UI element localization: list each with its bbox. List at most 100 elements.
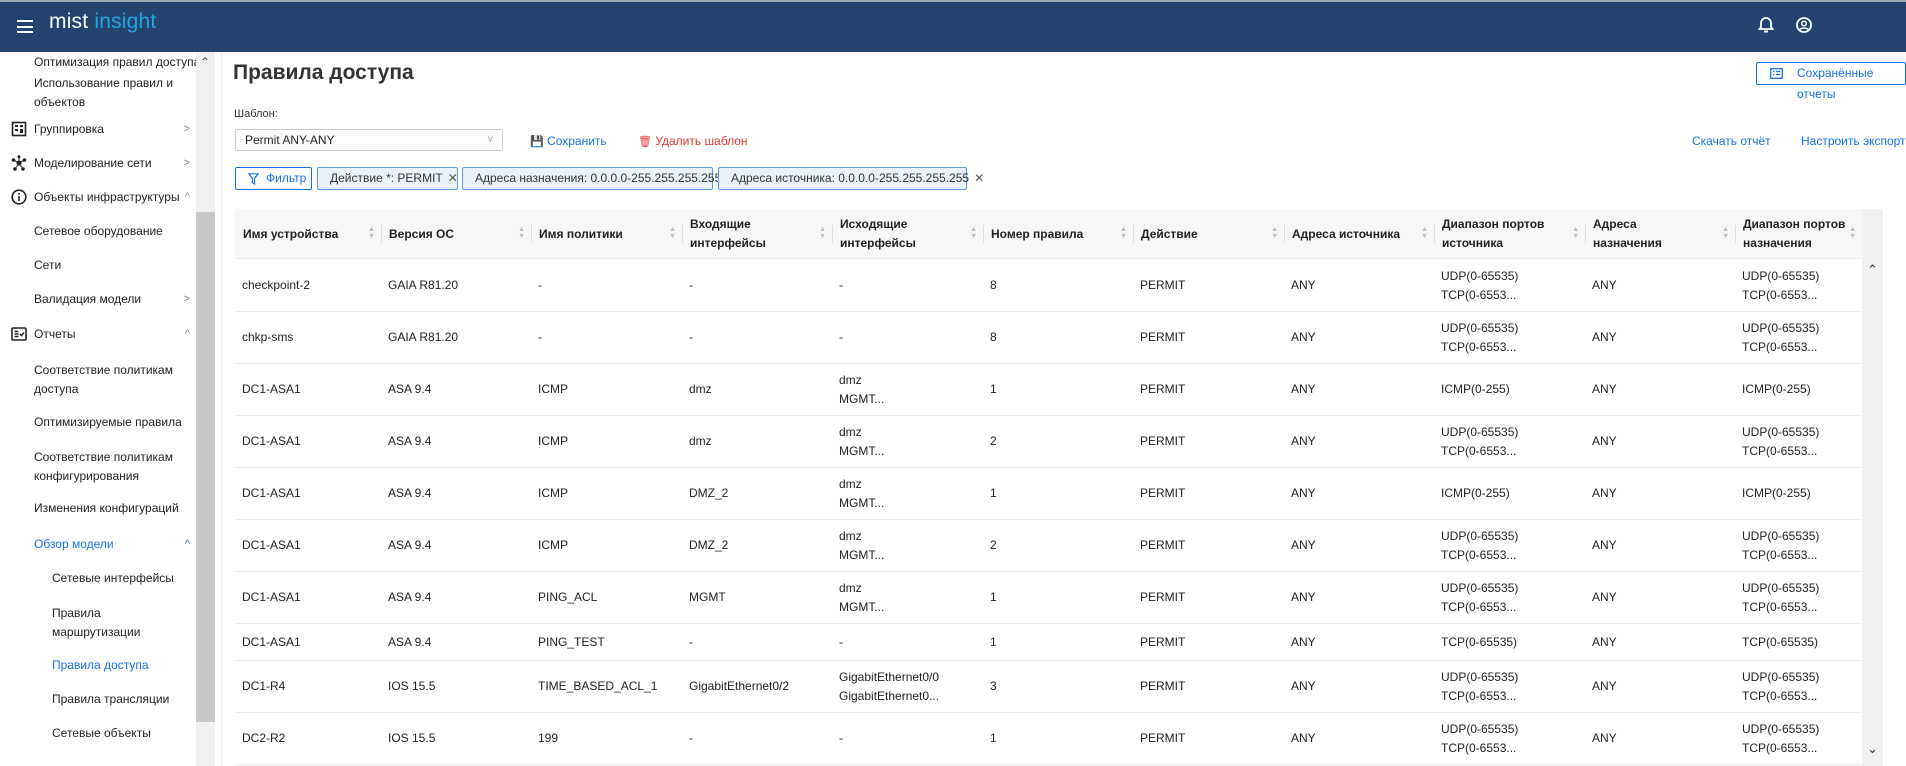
sidebar-item-config-changes[interactable]: Изменения конфигураций — [0, 499, 194, 518]
table-cell: DC1-ASA1 — [242, 538, 301, 552]
sidebar-item-infrastructure[interactable]: Объекты инфраструктуры ^ — [0, 188, 194, 207]
column-divider — [1585, 225, 1586, 243]
filter-button[interactable]: Фильтр — [235, 167, 312, 190]
scroll-down-icon[interactable]: ⌄ — [1867, 741, 1878, 757]
sidebar-scrollbar-thumb[interactable] — [196, 212, 215, 722]
sort-icon[interactable]: ▲ ▼ — [1722, 226, 1729, 240]
table-cell: ANY — [1592, 538, 1617, 552]
sidebar-item-optimizable-rules[interactable]: Оптимизируемые правила — [0, 413, 194, 432]
column-header[interactable]: Адреса назначения ▲ ▼ — [1585, 209, 1735, 259]
sidebar-item-label: Оптимизируемые правила — [34, 415, 182, 429]
table-cell: - — [538, 278, 542, 292]
sort-icon[interactable]: ▲ ▼ — [819, 226, 826, 240]
sort-icon[interactable]: ▲ ▼ — [669, 226, 676, 240]
chevron-up-icon: ^ — [184, 328, 190, 340]
column-divider — [682, 225, 683, 243]
sidebar-item-rule-usage[interactable]: Использование правил и объектов — [0, 74, 194, 112]
sort-icon[interactable]: ▲ ▼ — [1572, 226, 1579, 240]
save-label: Сохранить — [547, 134, 607, 148]
bell-icon[interactable] — [1756, 15, 1776, 35]
table-row[interactable]: DC1-ASA1 ASA 9.4 PING_ACL MGMT dmz MGMT... 1 P… — [235, 572, 1862, 624]
table-cell: ICMP — [538, 538, 568, 552]
sort-icon[interactable]: ▲ ▼ — [518, 226, 525, 240]
sidebar-item-network-objects[interactable]: Сетевые объекты — [0, 724, 194, 743]
table-cell: UDP(0-65535) TCP(0-6553... — [1441, 528, 1519, 562]
table-cell: ICMP — [538, 382, 568, 396]
saved-reports-button[interactable]: Сохранённые отчеты — [1756, 62, 1906, 101]
sidebar-item-label: Оптимизация правил доступа — [34, 55, 201, 69]
table-cell: TCP(0-65535) — [1742, 634, 1819, 649]
scroll-up-icon[interactable]: ⌃ — [200, 55, 210, 69]
column-header[interactable]: Входящие интерфейсы ▲ ▼ — [682, 209, 832, 259]
table-row[interactable]: chkp-sms GAIA R81.20 - - - 8 PERMIT ANY UDP(0-65… — [235, 312, 1862, 364]
table-cell: ANY — [1592, 434, 1617, 448]
configure-export-link[interactable]: Настроить экспорт — [1801, 133, 1906, 149]
column-header[interactable]: Исходящие интерфейсы ▲ ▼ — [832, 209, 983, 259]
close-icon[interactable]: ✕ — [974, 171, 984, 185]
scroll-up-icon[interactable]: ⌃ — [1867, 262, 1878, 278]
logo-text-insight: insight — [94, 10, 157, 33]
sidebar-item-network-devices[interactable]: Сетевое оборудование — [0, 222, 194, 241]
delete-template-button[interactable]: 🗑 Удалить шаблон — [638, 133, 748, 150]
table-cell: ICMP(0-255) — [1742, 382, 1811, 396]
sidebar-scrollbar[interactable]: ⌃ — [196, 52, 215, 766]
download-report-link[interactable]: Скачать отчёт — [1692, 133, 1771, 149]
column-header-label: Имя устройства — [243, 226, 339, 241]
table-cell: UDP(0-65535) TCP(0-6553... — [1441, 320, 1519, 354]
table-row[interactable]: DC1-ASA1 ASA 9.4 ICMP DMZ_2 dmz MGMT... 1 PERM… — [235, 468, 1862, 520]
template-select[interactable]: Permit ANY-ANY ∨ — [235, 129, 503, 151]
sidebar-item-reports[interactable]: Отчеты ^ — [0, 325, 194, 344]
sidebar-item-routing-rules[interactable]: Правила маршрутизации — [0, 604, 194, 642]
column-header[interactable]: Номер правила ▲ ▼ — [983, 209, 1133, 259]
sort-icon[interactable]: ▲ ▼ — [1120, 226, 1127, 240]
table-cell: ANY — [1592, 679, 1617, 693]
sort-icon[interactable]: ▲ ▼ — [970, 226, 977, 240]
sidebar-item-label: Сети — [34, 258, 62, 272]
column-header[interactable]: Диапазон портов источника ▲ ▼ — [1434, 209, 1585, 259]
sidebar-item-acl-optimization[interactable]: Оптимизация правил доступа — [0, 53, 201, 72]
page-title: Правила доступа — [233, 61, 414, 84]
sort-icon[interactable]: ▲ ▼ — [1421, 226, 1428, 240]
table-row[interactable]: DC2-R2 IOS 15.5 199 - - 1 PERMIT ANY UDP(0-65535… — [235, 713, 1862, 765]
sort-icon[interactable]: ▲ ▼ — [1849, 226, 1856, 240]
column-header[interactable]: Диапазон портов назначения ▲ ▼ — [1735, 209, 1862, 259]
table-cell: TCP(0-65535) — [1441, 634, 1518, 649]
sidebar-item-config-policy-compliance[interactable]: Соответствие политикам конфигурирования — [0, 448, 194, 486]
save-template-button[interactable]: 💾 Сохранить — [530, 133, 607, 150]
table-cell: - — [839, 731, 843, 745]
sidebar-item-access-policy-compliance[interactable]: Соответствие политикам доступа — [0, 361, 194, 399]
table-row[interactable]: DC1-ASA1 ASA 9.4 ICMP DMZ_2 dmz MGMT... 2 PERM… — [235, 520, 1862, 572]
table-cell: 1 — [990, 486, 997, 500]
sort-icon[interactable]: ▲ ▼ — [1271, 226, 1278, 240]
table-row[interactable]: DC1-R4 IOS 15.5 TIME_BASED_ACL_1 GigabitEth… — [235, 661, 1862, 713]
table-row[interactable]: checkpoint-2 GAIA R81.20 - - - 8 PERMIT ANY UDP(… — [235, 260, 1862, 312]
column-header-label: Номер правила — [991, 226, 1084, 241]
sort-icon[interactable]: ▲ ▼ — [368, 226, 375, 240]
sidebar-item-networks[interactable]: Сети — [0, 256, 194, 275]
sidebar-item-network-modeling[interactable]: Моделирование сети > — [0, 154, 194, 173]
close-icon[interactable]: ✕ — [448, 171, 458, 185]
table-cell: dmz MGMT... — [839, 580, 885, 614]
sidebar-item-model-overview[interactable]: Обзор модели ^ — [0, 535, 194, 554]
column-header[interactable]: Имя политики ▲ ▼ — [531, 209, 682, 259]
column-header[interactable]: Имя устройства ▲ ▼ — [235, 209, 381, 259]
user-account-icon[interactable] — [1794, 15, 1814, 35]
table-cell: - — [689, 634, 693, 649]
column-header[interactable]: Действие ▲ ▼ — [1133, 209, 1284, 259]
column-header[interactable]: Адреса источника ▲ ▼ — [1284, 209, 1434, 259]
table-cell: dmz MGMT... — [839, 372, 885, 406]
column-header[interactable]: Версия ОС ▲ ▼ — [381, 209, 531, 259]
table-row[interactable]: DC1-ASA1 ASA 9.4 ICMP dmz dmz MGMT... 1 PERMIT… — [235, 364, 1862, 416]
sidebar-item-nat-rules[interactable]: Правила трансляции — [0, 690, 194, 709]
sidebar-item-grouping[interactable]: Группировка > — [0, 120, 194, 139]
table-row[interactable]: DC1-ASA1 ASA 9.4 PING_TEST - - 1 PERMIT ANY TCP(… — [235, 624, 1862, 661]
menu-icon[interactable] — [17, 20, 33, 33]
sidebar-item-access-rules[interactable]: Правила доступа — [0, 656, 194, 675]
sidebar-item-network-interfaces[interactable]: Сетевые интерфейсы — [0, 569, 194, 588]
column-divider — [832, 225, 833, 243]
chip-label: Действие *: PERMIT — [330, 171, 443, 185]
table-row[interactable]: DC1-ASA1 ASA 9.4 ICMP dmz dmz MGMT... 2 PERMIT… — [235, 416, 1862, 468]
table-scrollbar[interactable]: ⌃ ⌄ — [1862, 209, 1883, 766]
sidebar-item-model-validation[interactable]: Валидация модели > — [0, 290, 194, 309]
table-cell: PING_ACL — [538, 590, 598, 604]
